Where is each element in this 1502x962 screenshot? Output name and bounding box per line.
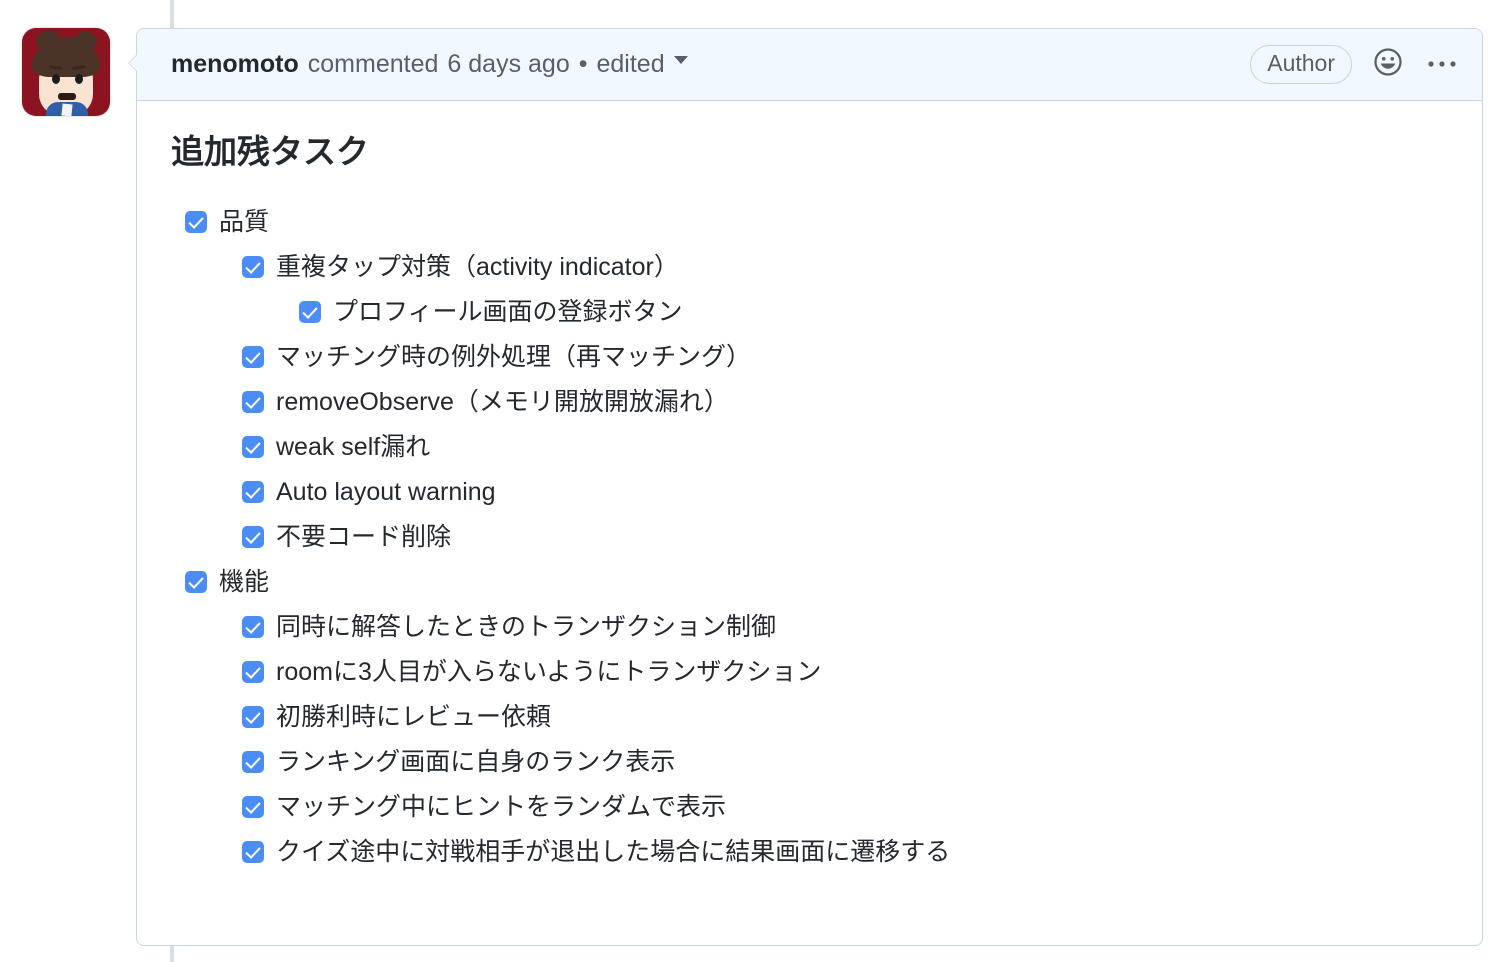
task-checkbox[interactable] bbox=[242, 616, 264, 639]
add-reaction-button[interactable] bbox=[1370, 47, 1406, 83]
avatar-eye-right bbox=[75, 74, 83, 84]
task-checkbox[interactable] bbox=[242, 526, 264, 549]
task-item: マッチング時の例外処理（再マッチング） bbox=[171, 335, 1448, 380]
meta-separator: • bbox=[578, 50, 588, 78]
task-item: クイズ途中に対戦相手が退出した場合に結果画面に遷移する bbox=[171, 830, 1448, 875]
avatar-image bbox=[22, 28, 110, 116]
task-label: weak self漏れ bbox=[276, 432, 431, 461]
task-item: 初勝利時にレビュー依頼 bbox=[171, 695, 1448, 740]
task-checkbox[interactable] bbox=[242, 256, 264, 279]
task-item: 不要コード削除 bbox=[171, 515, 1448, 560]
task-checkbox[interactable] bbox=[185, 571, 207, 594]
task-label: 品質 bbox=[219, 207, 270, 236]
task-item: roomに3人目が入らないようにトランザクション bbox=[171, 650, 1448, 695]
avatar[interactable] bbox=[22, 28, 110, 116]
task-item: 同時に解答したときのトランザクション制御 bbox=[171, 605, 1448, 650]
avatar-hair bbox=[32, 37, 100, 77]
page-title: 追加残タスク bbox=[171, 133, 369, 170]
more-options-button[interactable] bbox=[1424, 47, 1460, 83]
task-item: weak self漏れ bbox=[171, 425, 1448, 470]
comment-header-actions: Author bbox=[1250, 45, 1460, 84]
task-label: クイズ途中に対戦相手が退出した場合に結果画面に遷移する bbox=[276, 837, 951, 866]
task-label: ランキング画面に自身のランク表示 bbox=[276, 747, 676, 776]
comment-author[interactable]: menomoto bbox=[171, 50, 299, 79]
task-label: プロフィール画面の登録ボタン bbox=[333, 297, 683, 326]
task-list: 品質 重複タップ対策（activity indicator） プロフィール画面の登録… bbox=[171, 200, 1448, 875]
kebab-menu-icon bbox=[1427, 56, 1457, 74]
commented-label: commented bbox=[307, 50, 439, 78]
task-label: 同時に解答したときのトランザクション制御 bbox=[276, 612, 777, 641]
task-label: 重複タップ対策（activity indicator） bbox=[276, 252, 679, 281]
avatar-mouth bbox=[58, 93, 76, 100]
task-checkbox[interactable] bbox=[242, 706, 264, 729]
task-checkbox[interactable] bbox=[242, 751, 264, 774]
task-label: Auto layout warning bbox=[276, 477, 496, 506]
task-checkbox[interactable] bbox=[185, 211, 207, 234]
task-label: 機能 bbox=[219, 567, 270, 596]
task-checkbox[interactable] bbox=[299, 301, 321, 324]
task-checkbox[interactable] bbox=[242, 661, 264, 684]
task-checkbox[interactable] bbox=[242, 346, 264, 369]
comment-timestamp[interactable]: 6 days ago bbox=[447, 50, 569, 79]
author-badge[interactable]: Author bbox=[1250, 45, 1352, 84]
task-item: ランキング画面に自身のランク表示 bbox=[171, 740, 1448, 785]
task-item: マッチング中にヒントをランダムで表示 bbox=[171, 785, 1448, 830]
task-item: 品質 bbox=[171, 200, 1448, 245]
task-label: マッチング時の例外処理（再マッチング） bbox=[276, 342, 752, 371]
task-label: removeObserve（メモリ開放開放漏れ） bbox=[276, 387, 729, 416]
task-label: 初勝利時にレビュー依頼 bbox=[276, 702, 552, 731]
task-label: roomに3人目が入らないようにトランザクション bbox=[276, 657, 822, 686]
task-label: マッチング中にヒントをランダムで表示 bbox=[276, 792, 727, 821]
task-checkbox[interactable] bbox=[242, 391, 264, 414]
task-checkbox[interactable] bbox=[242, 841, 264, 864]
task-checkbox[interactable] bbox=[242, 436, 264, 459]
task-item: プロフィール画面の登録ボタン bbox=[171, 290, 1448, 335]
bubble-arrow-fill bbox=[129, 54, 138, 72]
task-item: removeObserve（メモリ開放開放漏れ） bbox=[171, 380, 1448, 425]
task-item: 機能 bbox=[171, 560, 1448, 605]
task-checkbox[interactable] bbox=[242, 481, 264, 504]
edited-dropdown[interactable]: edited bbox=[597, 50, 688, 79]
task-item: Auto layout warning bbox=[171, 470, 1448, 515]
comment-header: menomoto commented 6 days ago • edited A… bbox=[137, 29, 1482, 101]
comment-body: 追加残タスク 品質 重複タップ対策（activity indicator） プロフィ… bbox=[137, 101, 1482, 895]
task-checkbox[interactable] bbox=[242, 796, 264, 819]
comment-box: menomoto commented 6 days ago • edited A… bbox=[128, 28, 1483, 946]
avatar-collar bbox=[61, 103, 73, 116]
task-label: 不要コード削除 bbox=[276, 522, 452, 551]
comment-meta: menomoto commented 6 days ago • edited bbox=[171, 50, 1250, 79]
avatar-eye-left bbox=[52, 74, 60, 84]
task-item: 重複タップ対策（activity indicator） bbox=[171, 245, 1448, 290]
smiley-icon bbox=[1373, 47, 1403, 82]
edited-label: edited bbox=[596, 50, 665, 78]
chevron-down-icon bbox=[673, 55, 688, 64]
